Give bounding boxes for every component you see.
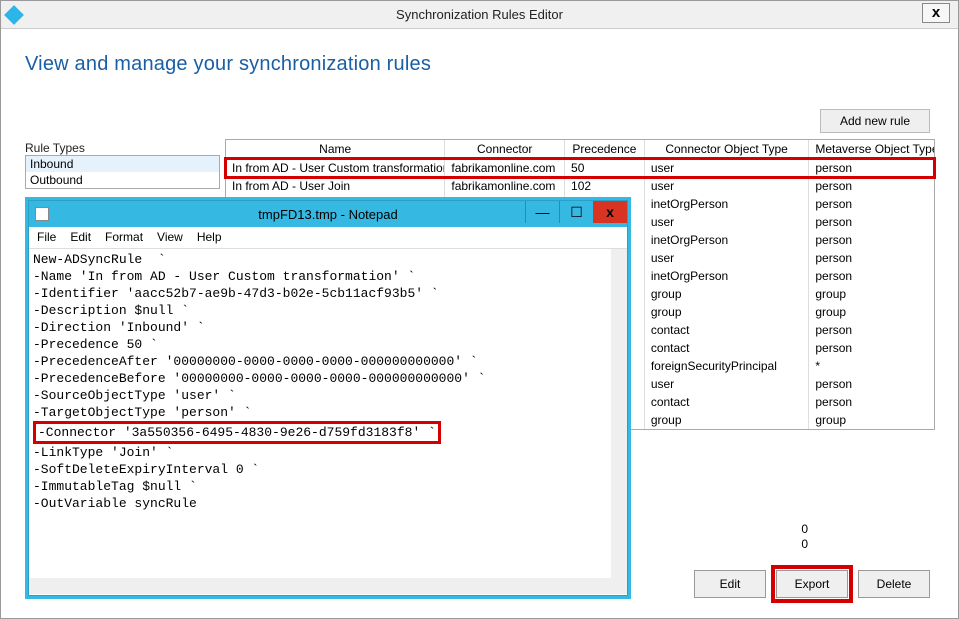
app-icon (4, 5, 24, 25)
notepad-line: New-ADSyncRule ` (33, 251, 607, 268)
cell-mobj: person (809, 321, 934, 339)
cell-cobj: group (645, 411, 810, 429)
cell-cobj: group (645, 303, 810, 321)
notepad-line: -Identifier 'aacc52b7-ae9b-47d3-b02e-5cb… (33, 285, 607, 302)
cell-mobj: group (809, 285, 934, 303)
count-a: 0 (801, 522, 808, 536)
col-name[interactable]: Name (226, 140, 445, 158)
cell-mobj: group (809, 411, 934, 429)
editor-titlebar: Synchronization Rules Editor x (1, 1, 958, 29)
page-heading: View and manage your synchronization rul… (25, 53, 934, 76)
export-button[interactable]: Export (776, 570, 848, 598)
rule-type-outbound[interactable]: Outbound (26, 172, 219, 188)
col-metaverse-object-type[interactable]: Metaverse Object Type (809, 140, 934, 158)
scroll-left-arrow[interactable]: ◂ (29, 578, 45, 594)
menu-help[interactable]: Help (197, 230, 222, 245)
notepad-line: -Name 'In from AD - User Custom transfor… (33, 268, 607, 285)
notepad-window: tmpFD13.tmp - Notepad — ☐ x File Edit Fo… (28, 200, 628, 596)
cell-cobj: inetOrgPerson (645, 267, 810, 285)
notepad-line: -ImmutableTag $null ` (33, 478, 607, 495)
menu-view[interactable]: View (157, 230, 183, 245)
rule-types-list[interactable]: Inbound Outbound (25, 155, 220, 189)
col-connector-object-type[interactable]: Connector Object Type (645, 140, 810, 158)
notepad-line: -Connector '3a550356-6495-4830-9e26-d759… (33, 421, 607, 444)
cell-cobj: user (645, 177, 810, 195)
horizontal-scrollbar[interactable]: ◂ ▸ (29, 578, 611, 594)
notepad-line: -PrecedenceAfter '00000000-0000-0000-000… (33, 353, 607, 370)
rule-type-inbound[interactable]: Inbound (26, 156, 219, 172)
cell-prec: 50 (565, 159, 645, 177)
rule-types-label: Rule Types (25, 141, 85, 155)
cell-mobj: person (809, 375, 934, 393)
count-b: 0 (801, 537, 808, 551)
notepad-menu: File Edit Format View Help (29, 227, 627, 249)
window-title: Synchronization Rules Editor (396, 7, 563, 22)
edit-button[interactable]: Edit (694, 570, 766, 598)
scroll-down-arrow[interactable]: ▾ (611, 562, 627, 578)
menu-file[interactable]: File (37, 230, 56, 245)
cell-cobj: inetOrgPerson (645, 231, 810, 249)
cell-mobj: person (809, 213, 934, 231)
cell-conn: fabrikamonline.com (445, 159, 565, 177)
notepad-line: -SoftDeleteExpiryInterval 0 ` (33, 461, 607, 478)
notepad-close-button[interactable]: x (593, 201, 627, 223)
notepad-line: -SourceObjectType 'user' ` (33, 387, 607, 404)
notepad-line: -Precedence 50 ` (33, 336, 607, 353)
cell-cobj: user (645, 159, 810, 177)
cell-cobj: contact (645, 393, 810, 411)
cell-prec: 102 (565, 177, 645, 195)
cell-mobj: person (809, 231, 934, 249)
notepad-line: -OutVariable syncRule (33, 495, 607, 512)
cell-mobj: person (809, 339, 934, 357)
cell-mobj: person (809, 249, 934, 267)
cell-cobj: contact (645, 339, 810, 357)
delete-button[interactable]: Delete (858, 570, 930, 598)
selection-counts: 0 0 (801, 521, 808, 552)
cell-mobj: person (809, 177, 934, 195)
minimize-button[interactable]: — (525, 201, 559, 223)
cell-mobj: person (809, 267, 934, 285)
notepad-line: -Direction 'Inbound' ` (33, 319, 607, 336)
cell-cobj: inetOrgPerson (645, 195, 810, 213)
cell-cobj: user (645, 249, 810, 267)
cell-mobj: person (809, 159, 934, 177)
notepad-titlebar[interactable]: tmpFD13.tmp - Notepad — ☐ x (29, 201, 627, 227)
notepad-line: -TargetObjectType 'person' ` (33, 404, 607, 421)
notepad-line: -Description $null ` (33, 302, 607, 319)
cell-cobj: user (645, 375, 810, 393)
cell-mobj: * (809, 357, 934, 375)
grid-header: Name Connector Precedence Connector Obje… (226, 140, 934, 159)
menu-format[interactable]: Format (105, 230, 143, 245)
vertical-scrollbar[interactable]: ▴ ▾ (611, 249, 627, 578)
add-new-rule-button[interactable]: Add new rule (820, 109, 930, 133)
notepad-line: -PrecedenceBefore '00000000-0000-0000-00… (33, 370, 607, 387)
cell-name: In from AD - User Custom transformation (226, 159, 445, 177)
highlighted-connector-line: -Connector '3a550356-6495-4830-9e26-d759… (33, 421, 441, 444)
cell-name: In from AD - User Join (226, 177, 445, 195)
notepad-icon (35, 207, 49, 221)
notepad-title: tmpFD13.tmp - Notepad (258, 207, 397, 222)
table-row[interactable]: In from AD - User Custom transformationf… (226, 159, 934, 177)
cell-cobj: contact (645, 321, 810, 339)
cell-mobj: person (809, 393, 934, 411)
cell-cobj: foreignSecurityPrincipal (645, 357, 810, 375)
cell-mobj: person (809, 195, 934, 213)
table-row[interactable]: In from AD - User Joinfabrikamonline.com… (226, 177, 934, 195)
col-precedence[interactable]: Precedence (565, 140, 645, 158)
notepad-line: -LinkType 'Join' ` (33, 444, 607, 461)
notepad-text-area[interactable]: New-ADSyncRule `-Name 'In from AD - User… (29, 249, 627, 594)
scroll-up-arrow[interactable]: ▴ (611, 249, 627, 265)
col-connector[interactable]: Connector (445, 140, 565, 158)
cell-mobj: group (809, 303, 934, 321)
close-button[interactable]: x (922, 3, 950, 23)
menu-edit[interactable]: Edit (70, 230, 91, 245)
maximize-button[interactable]: ☐ (559, 201, 593, 223)
scroll-right-arrow[interactable]: ▸ (595, 578, 611, 594)
scroll-thumb[interactable] (612, 266, 626, 406)
cell-conn: fabrikamonline.com (445, 177, 565, 195)
cell-cobj: user (645, 213, 810, 231)
cell-cobj: group (645, 285, 810, 303)
